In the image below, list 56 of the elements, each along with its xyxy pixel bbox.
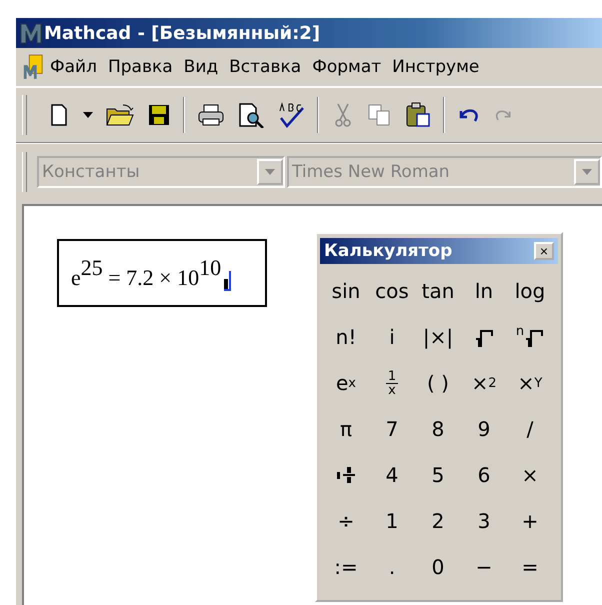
spell-check-icon[interactable] [277,102,305,128]
calculator-key[interactable]: ×$^{Y}$ [507,360,553,406]
palette-title: Калькулятор [324,241,452,261]
mixed-number-icon[interactable] [336,465,356,485]
calculator-key[interactable]: π [323,406,369,452]
caret-icon [265,169,276,175]
calculator-key[interactable]: / [507,406,553,452]
calculator-key[interactable]: |×| [415,314,461,360]
calculator-key[interactable]: log [507,268,553,314]
calculator-key[interactable]: e$^{x}$ [323,360,369,406]
menu-item[interactable]: Вид [184,57,230,77]
menu-item[interactable]: Формат [312,57,392,77]
calculator-key[interactable]: 0 [415,544,461,590]
menu-item[interactable]: Вставка [229,57,312,77]
calculator-key[interactable]: 7 [369,406,415,452]
menu-item[interactable]: Файл [50,57,108,77]
document-icon [22,54,44,80]
calculator-key[interactable]: n! [323,314,369,360]
calculator-key[interactable]: = [507,544,553,590]
square-root-icon[interactable] [474,327,494,347]
calculator-key[interactable]: + [507,498,553,544]
calculator-key[interactable]: i [369,314,415,360]
calculator-key[interactable]: sin [323,268,369,314]
calculator-key[interactable]: ln [461,268,507,314]
printer-icon[interactable] [197,103,225,127]
paste-icon[interactable] [405,102,431,128]
calculator-key[interactable]: 6 [461,452,507,498]
calculator-key[interactable]: ( ) [415,360,461,406]
calculator-key[interactable]: 5 [415,452,461,498]
caret-icon[interactable] [83,112,93,118]
caret-icon [582,169,592,175]
m-logo-icon [20,22,42,44]
calculator-key[interactable]: cos [369,268,415,314]
menu-item[interactable]: Инструме [392,57,490,77]
root-icon [524,327,544,347]
calculator-key[interactable]: ÷ [323,498,369,544]
close-button[interactable]: × [534,242,554,260]
calculator-key[interactable]: 2 [415,498,461,544]
calculator-key[interactable]: := [323,544,369,590]
menu-item[interactable]: Правка [108,57,184,77]
calculator-key[interactable]: . [369,544,415,590]
calculator-key[interactable]: × [507,452,553,498]
calculator-key[interactable]: ×$^{2}$ [461,360,507,406]
window-title: Mathcad - [Безымянный:2] [44,22,320,44]
calculator-key[interactable]: 3 [461,498,507,544]
calculator-key[interactable]: tan [415,268,461,314]
save-icon[interactable] [147,103,171,127]
calculator-key[interactable]: 8 [415,406,461,452]
calculator-key[interactable]: 1 [369,498,415,544]
calculator-key[interactable]: 9 [461,406,507,452]
folder-icon[interactable] [105,103,135,127]
nth-root-key[interactable]: n [507,314,553,360]
calculator-key[interactable]: − [461,544,507,590]
reciprocal-key[interactable]: 1 x [369,360,415,406]
calculator-key[interactable]: 4 [369,452,415,498]
print-preview-icon[interactable] [237,102,265,128]
